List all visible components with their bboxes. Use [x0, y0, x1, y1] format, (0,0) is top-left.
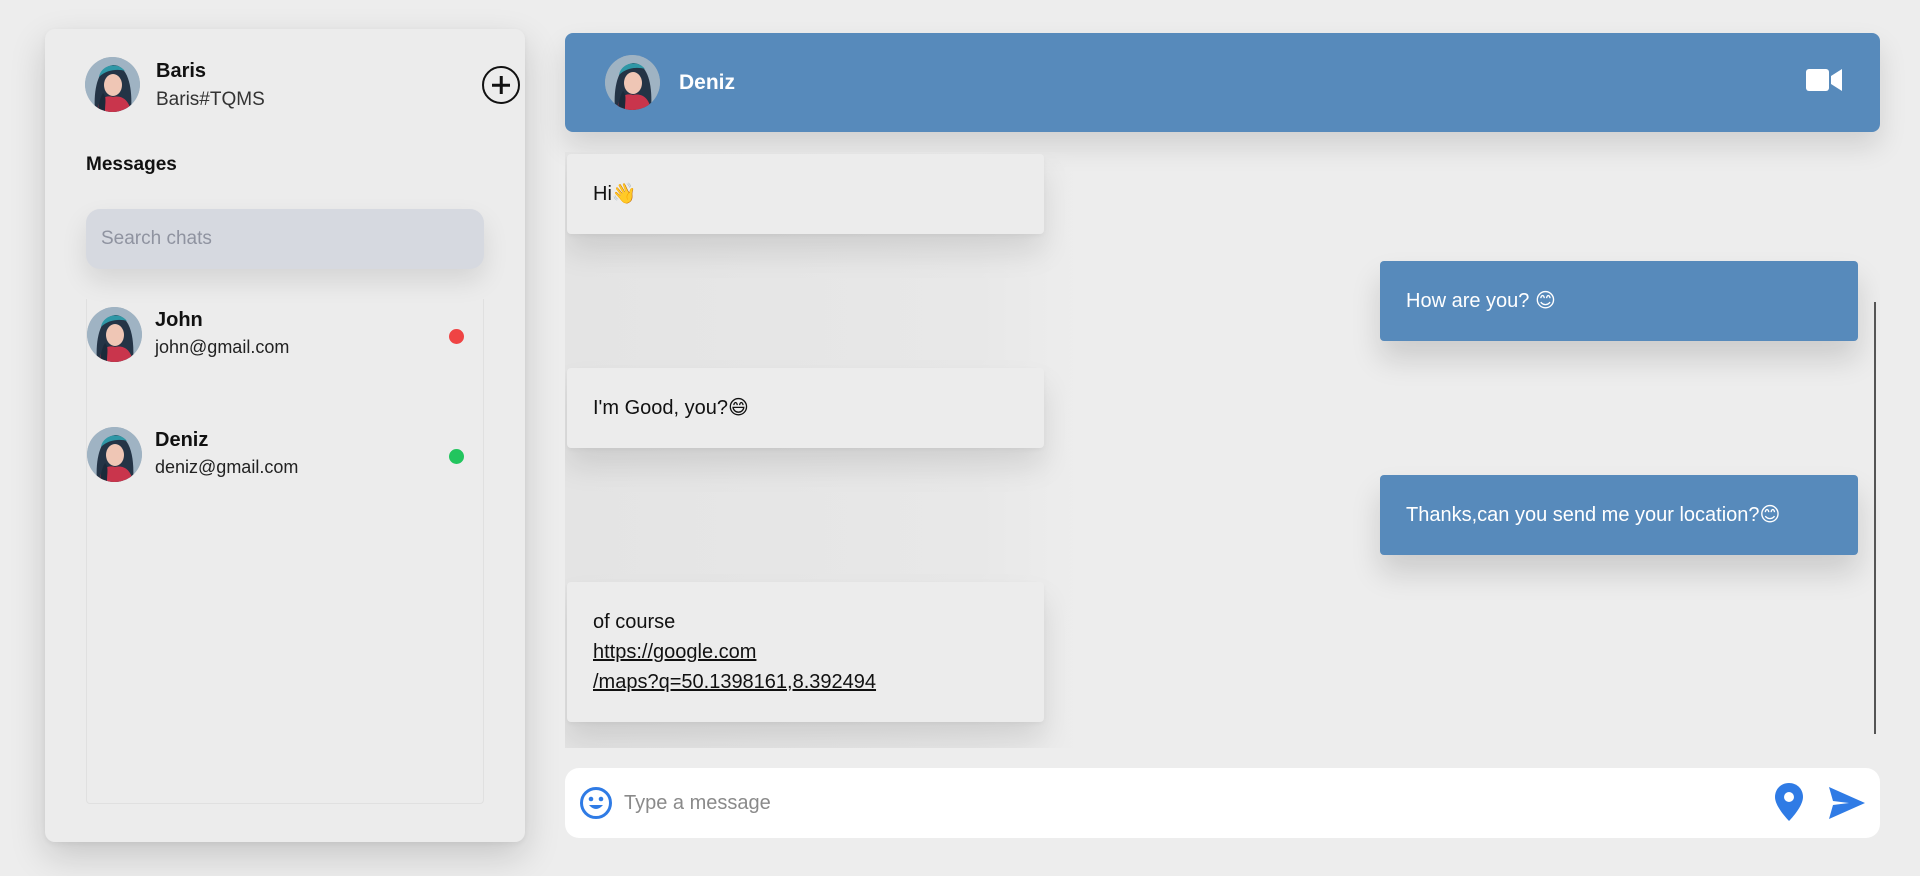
- add-chat-button[interactable]: [482, 66, 520, 104]
- message-text: Hi👋: [593, 183, 637, 205]
- message-text: of course: [593, 611, 676, 633]
- chat-header: Deniz: [565, 33, 1880, 132]
- online-status-dot: [449, 449, 464, 464]
- message-text: Thanks,can you send me your location?😊: [1406, 504, 1781, 526]
- sidebar: Baris Baris#TQMS Messages John: [45, 29, 525, 842]
- location-link[interactable]: https://google.com /maps?q=50.1398161,8.…: [593, 637, 1018, 697]
- location-link-line1: https://google.com: [593, 641, 757, 663]
- message-incoming: Hi👋: [567, 154, 1044, 234]
- location-pin-icon[interactable]: [1775, 783, 1803, 821]
- user-tag: Baris#TQMS: [156, 89, 265, 110]
- avatar-image: [87, 307, 142, 362]
- contact-name: Deniz: [155, 429, 209, 451]
- contact-email: john@gmail.com: [155, 337, 290, 357]
- message-incoming: of course https://google.com /maps?q=50.…: [567, 582, 1044, 722]
- chat-app: Baris Baris#TQMS Messages John: [0, 0, 1920, 876]
- send-icon[interactable]: [1829, 787, 1865, 819]
- contact-avatar: [87, 427, 142, 482]
- current-user-profile: Baris Baris#TQMS: [85, 53, 520, 115]
- message-outgoing: Thanks,can you send me your location?😊: [1380, 475, 1858, 555]
- contact-email: deniz@gmail.com: [155, 457, 299, 477]
- messages-heading: Messages: [86, 154, 177, 175]
- contact-name: John: [155, 309, 203, 331]
- message-composer: [565, 768, 1880, 838]
- location-link-line2: /maps?q=50.1398161,8.392494: [593, 671, 877, 693]
- offline-status-dot: [449, 329, 464, 344]
- video-camera-icon[interactable]: [1806, 66, 1842, 94]
- avatar-image: [85, 57, 140, 112]
- chat-list: John john@gmail.com Deniz deniz@gmail.co…: [86, 299, 484, 804]
- avatar-image: [87, 427, 142, 482]
- search-chats-input[interactable]: [86, 209, 484, 269]
- chat-contact-name: Deniz: [679, 71, 736, 94]
- chat-list-item-john[interactable]: John john@gmail.com: [87, 299, 485, 369]
- chat-list-item-deniz[interactable]: Deniz deniz@gmail.com: [87, 419, 485, 489]
- user-name: Baris: [156, 60, 207, 82]
- message-text: I'm Good, you?😄: [593, 397, 749, 419]
- message-incoming: I'm Good, you?😄: [567, 368, 1044, 448]
- message-input[interactable]: [624, 782, 1724, 824]
- message-outgoing: How are you? 😊: [1380, 261, 1858, 341]
- contact-avatar[interactable]: [605, 55, 660, 110]
- message-text: How are you? 😊: [1406, 290, 1556, 312]
- emoji-icon[interactable]: [579, 786, 613, 820]
- message-thread: Hi👋 How are you? 😊 I'm Good, you?😄 Thank…: [565, 152, 1880, 748]
- messages-scrollbar[interactable]: [1874, 302, 1876, 734]
- user-avatar[interactable]: [85, 57, 140, 112]
- avatar-image: [605, 55, 660, 110]
- contact-avatar: [87, 307, 142, 362]
